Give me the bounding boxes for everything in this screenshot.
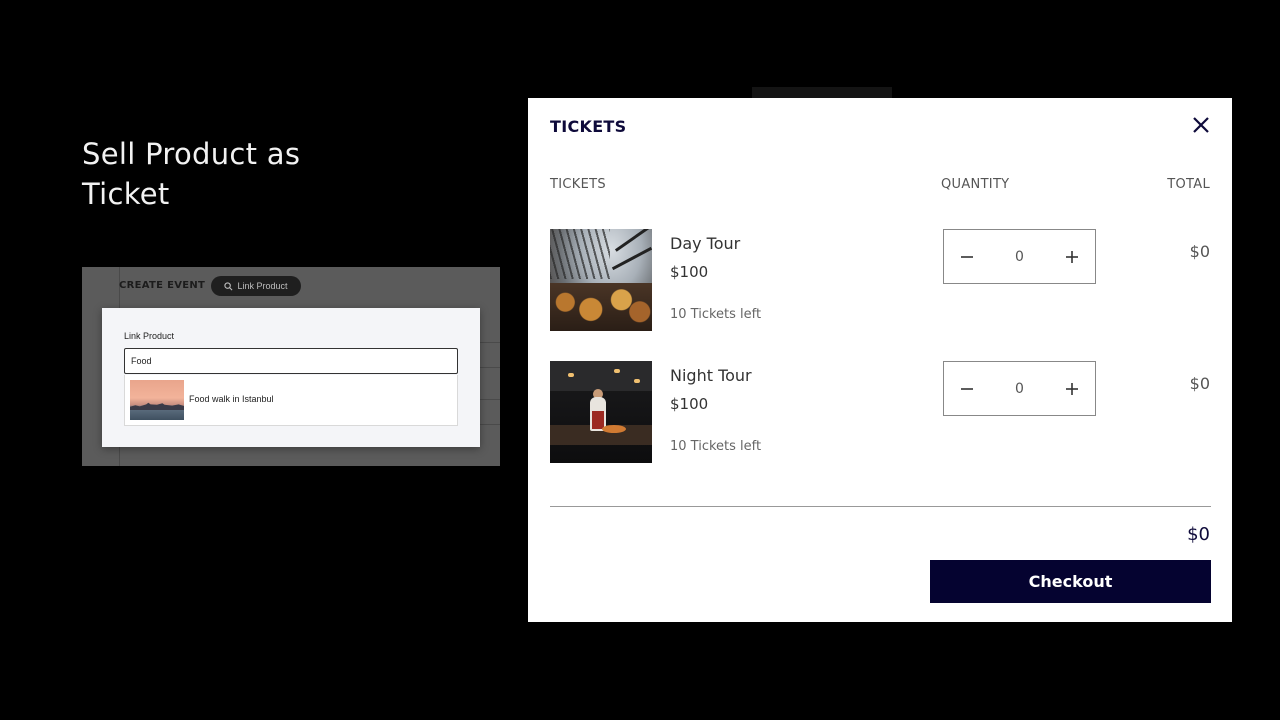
decrement-button[interactable] <box>960 382 974 396</box>
istanbul-thumbnail <box>130 380 184 420</box>
create-event-title: CREATE EVENT <box>119 280 206 291</box>
decrement-button[interactable] <box>960 250 974 264</box>
night-market-cook-photo <box>550 361 652 463</box>
dialog-label: Link Product <box>124 331 175 341</box>
minus-icon <box>961 387 973 390</box>
minus-icon <box>961 255 973 258</box>
plus-icon <box>1065 250 1078 263</box>
ticket-price: $100 <box>670 263 709 281</box>
column-header-total: TOTAL <box>1167 177 1210 192</box>
quantity-stepper: 0 <box>943 361 1096 416</box>
product-search-input[interactable]: Food <box>124 348 458 374</box>
tickets-modal: TICKETS TICKETS QUANTITY TOTAL Day Tour … <box>528 98 1232 622</box>
increment-button[interactable] <box>1065 382 1079 396</box>
tickets-left: 10 Tickets left <box>670 307 762 322</box>
grand-total: $0 <box>1187 524 1210 545</box>
link-product-dialog: Link Product Food Food walk in Istanbul <box>102 308 480 447</box>
search-result-item[interactable]: Food walk in Istanbul <box>124 375 458 426</box>
close-icon <box>1193 117 1209 133</box>
row-total: $0 <box>1189 242 1210 261</box>
link-product-button[interactable]: Link Product <box>211 276 301 296</box>
link-product-label: Link Product <box>237 281 288 291</box>
column-header-quantity: QUANTITY <box>941 177 1010 192</box>
tickets-left: 10 Tickets left <box>670 439 762 454</box>
ticket-name: Day Tour <box>670 234 741 253</box>
divider <box>480 367 500 368</box>
plus-icon <box>1065 382 1078 395</box>
ticket-row-night-tour: Night Tour $100 10 Tickets left 0 $0 <box>528 361 1232 464</box>
link-product-preview: CREATE EVENT Link Product Link Product F… <box>82 267 500 466</box>
bbq-grill-photo <box>550 229 652 331</box>
divider <box>480 342 500 343</box>
ticket-row-day-tour: Day Tour $100 10 Tickets left 0 $0 <box>528 229 1232 332</box>
row-total: $0 <box>1189 374 1210 393</box>
increment-button[interactable] <box>1065 250 1079 264</box>
divider <box>480 424 500 425</box>
column-header-tickets: TICKETS <box>550 177 606 192</box>
quantity-value: 0 <box>1015 380 1024 397</box>
divider <box>480 399 500 400</box>
search-result-label: Food walk in Istanbul <box>189 394 274 404</box>
quantity-value: 0 <box>1015 248 1024 265</box>
modal-title: TICKETS <box>550 117 627 136</box>
ticket-name: Night Tour <box>670 366 752 385</box>
headline: Sell Product as Ticket <box>82 137 301 211</box>
quantity-stepper: 0 <box>943 229 1096 284</box>
ticket-price: $100 <box>670 395 709 413</box>
divider <box>550 506 1211 507</box>
checkout-button[interactable]: Checkout <box>930 560 1211 603</box>
close-button[interactable] <box>1190 114 1212 136</box>
search-icon <box>224 281 233 290</box>
